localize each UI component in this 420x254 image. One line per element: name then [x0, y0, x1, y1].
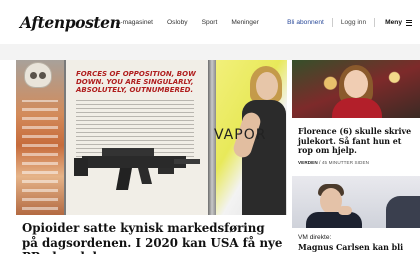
site-logo[interactable]: Aftenposten: [20, 13, 121, 32]
header-spacer: [0, 44, 420, 60]
rifle-icon: [74, 148, 200, 190]
article-section: VERDEN: [298, 160, 318, 165]
hamburger-icon[interactable]: [406, 19, 412, 26]
header-actions: Bli abonnent Logg inn Meny: [287, 18, 412, 27]
girl-face: [344, 70, 368, 98]
nav-item-meninger[interactable]: Meninger: [231, 19, 259, 26]
skull-figure: [24, 62, 52, 88]
main-nav: A-magasinet Osloby Sport Meninger: [116, 19, 259, 26]
article-time: 45 MINUTTER SIDEN: [321, 160, 370, 165]
main-article-image[interactable]: Forces of opposition, bow down. You are …: [16, 60, 287, 215]
side-article-title[interactable]: Florence (6) skulle skrive julekort. Så …: [298, 127, 418, 156]
ad-brand-text: VAPOR: [214, 127, 267, 143]
menu-button[interactable]: Meny: [385, 19, 402, 26]
login-link[interactable]: Logg inn: [341, 19, 366, 26]
divider: [374, 18, 376, 27]
opponent-figure: [386, 196, 420, 228]
side-article-title[interactable]: Magnus Carlsen kan bli: [298, 243, 418, 253]
main-article-card[interactable]: Forces of opposition, bow down. You are …: [16, 60, 287, 254]
subscribe-link[interactable]: Bli abonnent: [287, 19, 324, 26]
player-hand: [338, 206, 352, 215]
nav-item-osloby[interactable]: Osloby: [167, 19, 188, 26]
live-label: VM direkte:: [298, 234, 332, 241]
nav-item-sport[interactable]: Sport: [202, 19, 218, 26]
player-body: [306, 212, 362, 228]
model-face: [256, 72, 278, 100]
site-header: Aftenposten A-magasinet Osloby Sport Men…: [0, 0, 420, 44]
side-article-image[interactable]: [292, 60, 420, 118]
side-article-card[interactable]: Florence (6) skulle skrive julekort. Så …: [292, 60, 420, 170]
ad-headline: Forces of opposition, bow down. You are …: [76, 70, 196, 94]
side-article-image[interactable]: [292, 176, 420, 228]
side-article-card[interactable]: VM direkte: Magnus Carlsen kan bli: [292, 176, 420, 254]
main-article-title[interactable]: Opioider satte kynisk markedsføring på d…: [22, 221, 284, 254]
girl-dress: [332, 98, 382, 118]
article-meta: VERDEN / 45 MINUTTER SIDEN: [298, 160, 369, 165]
nav-item-a-magasinet[interactable]: A-magasinet: [116, 19, 153, 26]
divider: [331, 18, 333, 27]
